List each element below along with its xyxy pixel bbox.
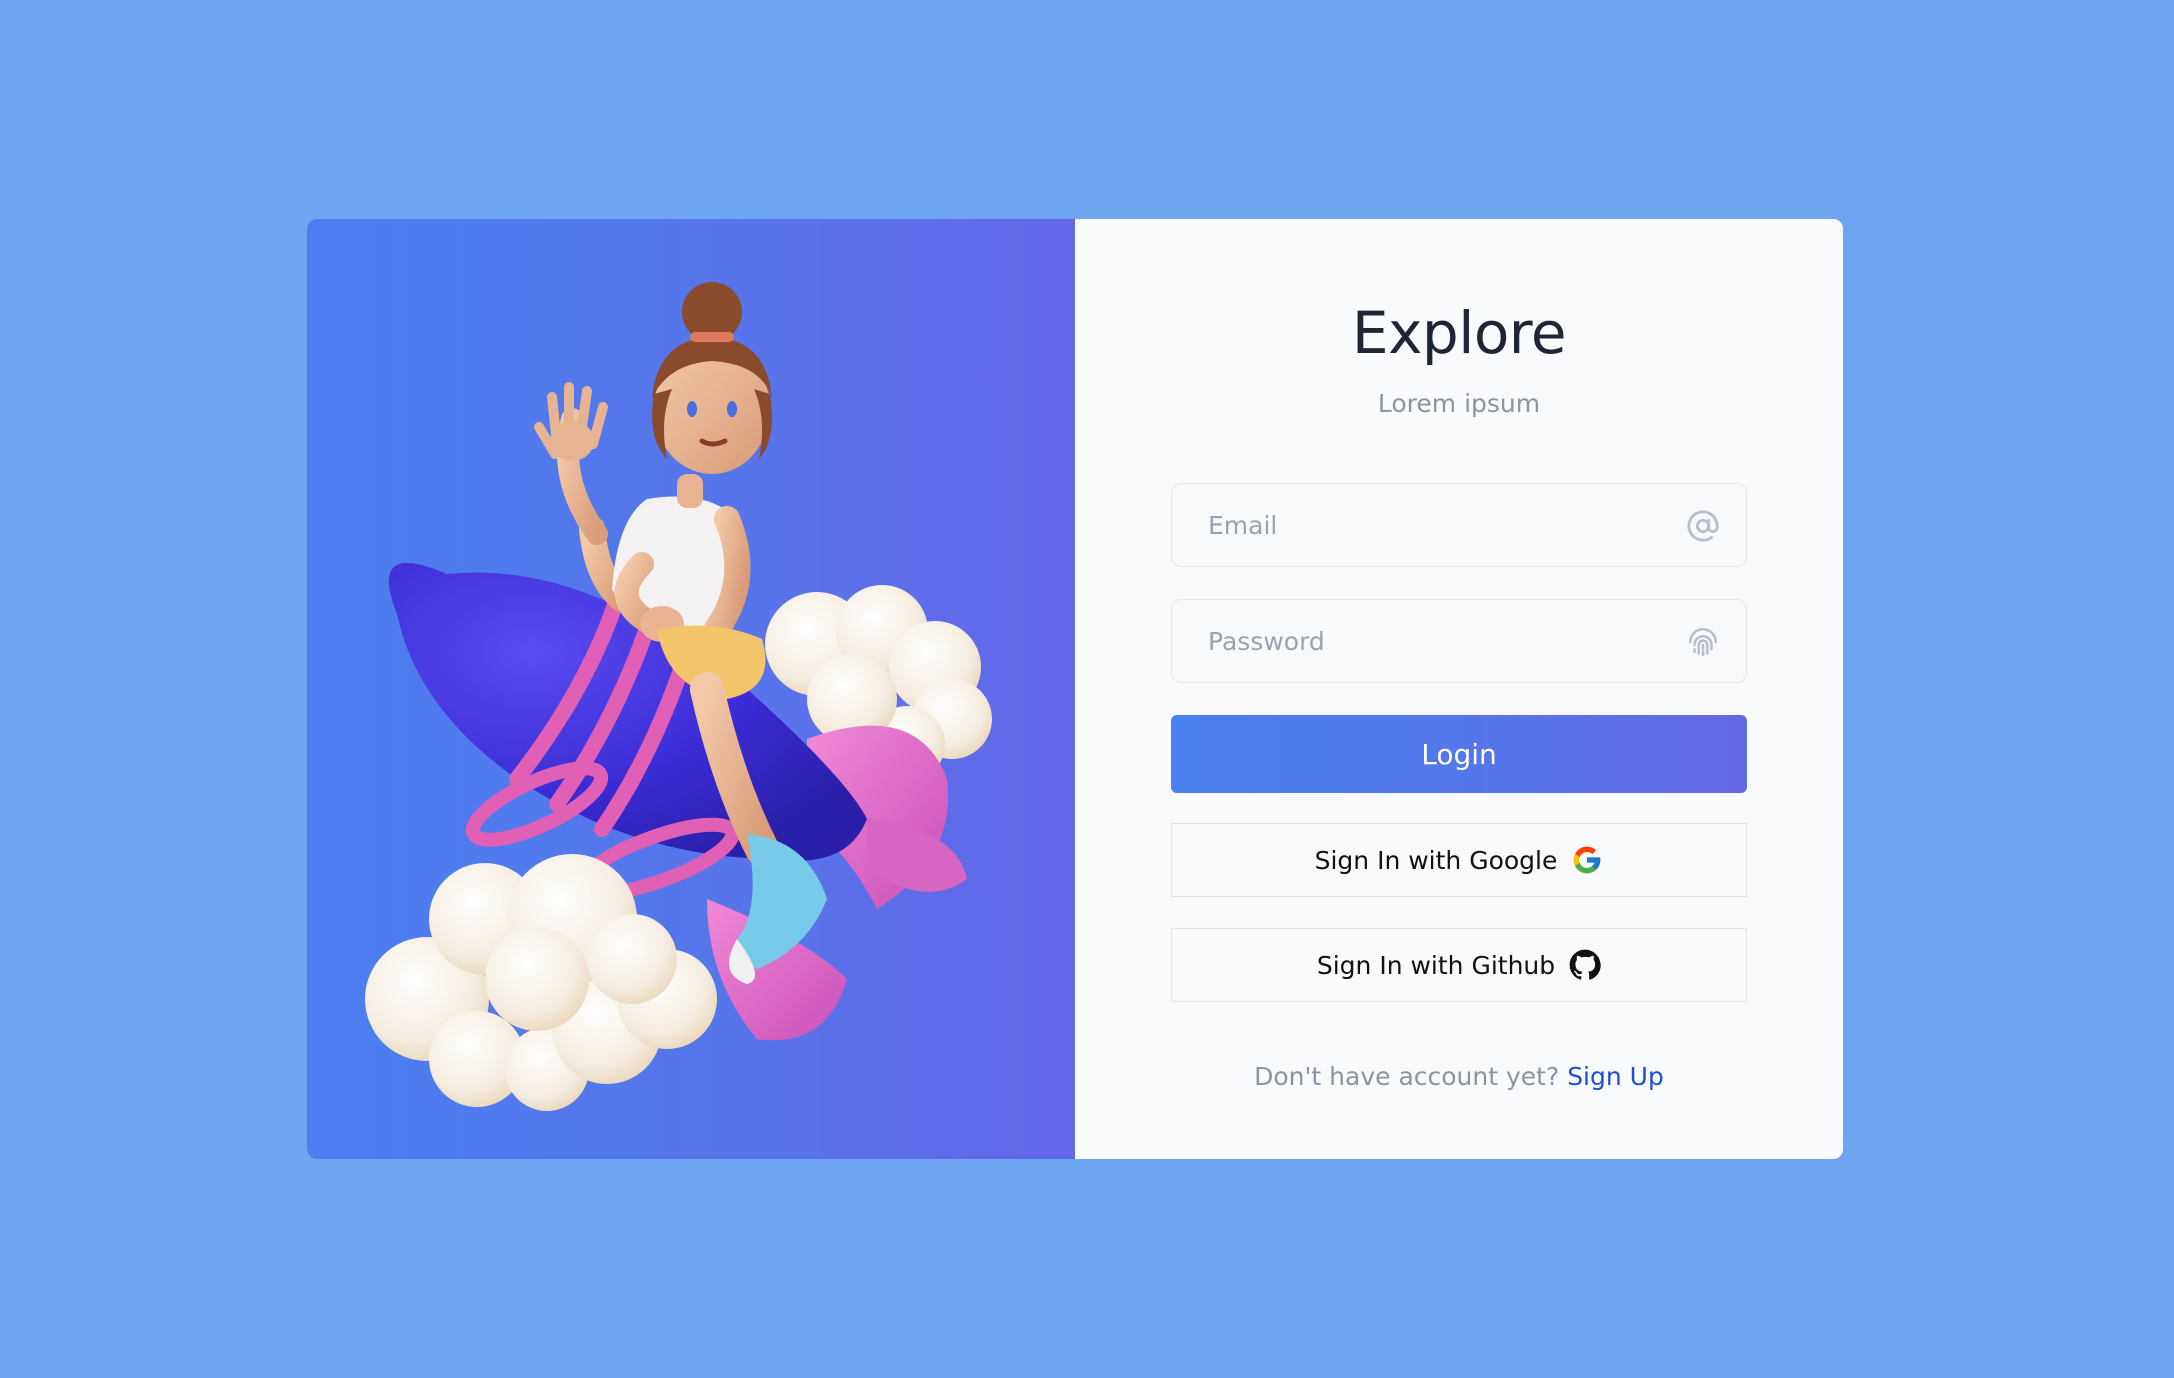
- google-icon: [1574, 846, 1601, 874]
- email-input[interactable]: [1172, 484, 1746, 566]
- cloud-bottom-left: [365, 854, 717, 1111]
- google-signin-button[interactable]: Sign In with Google: [1171, 823, 1747, 897]
- password-input[interactable]: [1172, 600, 1746, 682]
- signup-row: Don't have account yet? Sign Up: [1075, 1062, 1843, 1091]
- login-button[interactable]: Login: [1171, 715, 1747, 793]
- github-signin-label: Sign In with Github: [1316, 950, 1556, 980]
- google-signin-label: Sign In with Google: [1314, 845, 1558, 875]
- page-subtitle: Lorem ipsum: [1377, 389, 1541, 418]
- hero-illustration-panel: [307, 219, 1075, 1159]
- login-form-panel: Explore Lorem ipsum Login Sign In with G…: [1075, 219, 1843, 1159]
- signup-link[interactable]: Sign Up: [1567, 1062, 1664, 1091]
- login-card: Explore Lorem ipsum Login Sign In with G…: [307, 219, 1843, 1159]
- at-sign-icon: [1687, 510, 1719, 542]
- password-field-container: [1171, 599, 1747, 683]
- girl-on-rocket-illustration: [365, 282, 992, 1111]
- github-signin-button[interactable]: Sign In with Github: [1171, 928, 1747, 1002]
- signup-prompt: Don't have account yet?: [1254, 1062, 1560, 1091]
- email-field-container: [1171, 483, 1747, 567]
- page-title: Explore: [1351, 299, 1567, 367]
- fingerprint-icon: [1688, 627, 1718, 657]
- github-icon: [1569, 949, 1601, 980]
